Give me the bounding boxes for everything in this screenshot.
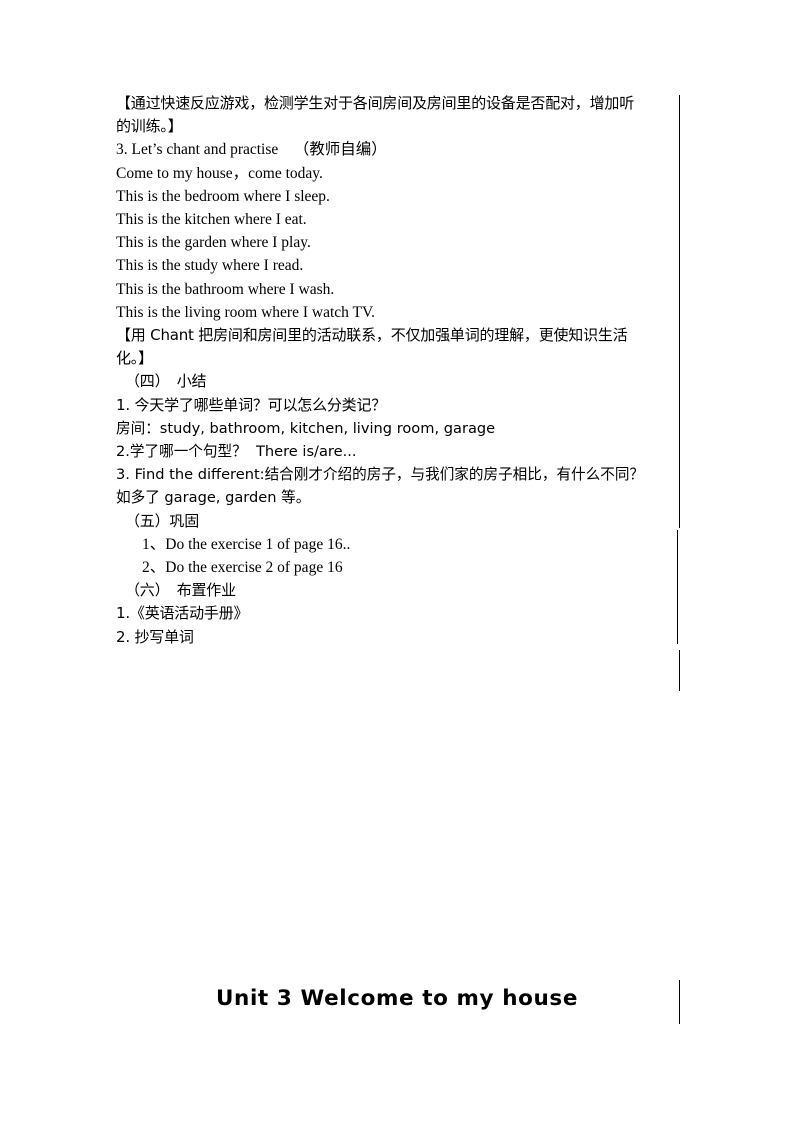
right-margin-rule-middle: [677, 530, 678, 644]
note-listening-line-2: 的训练。】: [116, 117, 183, 136]
right-margin-rule-upper: [679, 95, 680, 528]
note-chant-line-2: 化。】: [116, 349, 153, 368]
exercise-item-1: 1、Do the exercise 1 of page 16..: [142, 535, 351, 553]
homework-item-2: 2. 抄写单词: [116, 627, 194, 646]
note-listening-line-1: 【通过快速反应游戏，检测学生对于各间房间及房间里的设备是否配对，增加听: [116, 94, 635, 112]
section-four-heading: （四） 小结: [125, 372, 207, 391]
summary-question-3-line-1: 3. Find the different:结合刚才介绍的房子，与我们家的房子相…: [116, 466, 645, 484]
note-chant-line-1: 【用 Chant 把房间和房间里的活动联系，不仅加强单词的理解，更使知识生活: [116, 326, 628, 345]
homework-item-1: 1.《英语活动手册》: [116, 604, 249, 623]
section-six-heading: （六） 布置作业: [125, 581, 236, 600]
unit-heading: Unit 3 Welcome to my house: [215, 986, 579, 1011]
summary-question-3-line-2: 如多了 garage, garden 等。: [116, 489, 311, 507]
chant-line-5: This is the study where I read.: [116, 257, 304, 275]
chant-line-2: This is the bedroom where I sleep.: [116, 187, 330, 205]
section-five-heading: （五）巩固: [125, 511, 200, 530]
summary-question-2: 2.学了哪一个句型？ There is/are...: [116, 443, 357, 461]
summary-rooms-list: 房间：study, bathroom, kitchen, living room…: [116, 419, 496, 437]
chant-line-4: This is the garden where I play.: [116, 234, 311, 252]
chant-line-7: This is the living room where I watch TV…: [116, 303, 376, 321]
summary-question-1: 1. 今天学了哪些单词？可以怎么分类记？: [116, 395, 387, 414]
chant-line-3: This is the kitchen where I eat.: [116, 211, 307, 229]
activity-3-title: 3. Let’s chant and practise （教师自编）: [116, 141, 387, 159]
chant-line-1: Come to my house，come today.: [116, 164, 323, 182]
document-page: 【通过快速反应游戏，检测学生对于各间房间及房间里的设备是否配对，增加听 的训练。…: [0, 0, 794, 1123]
chant-line-6: This is the bathroom where I wash.: [116, 280, 335, 298]
document-body: 【通过快速反应游戏，检测学生对于各间房间及房间里的设备是否配对，增加听 的训练。…: [116, 92, 682, 649]
exercise-item-2: 2、Do the exercise 2 of page 16: [142, 559, 343, 577]
right-margin-rule-lower: [679, 650, 680, 691]
